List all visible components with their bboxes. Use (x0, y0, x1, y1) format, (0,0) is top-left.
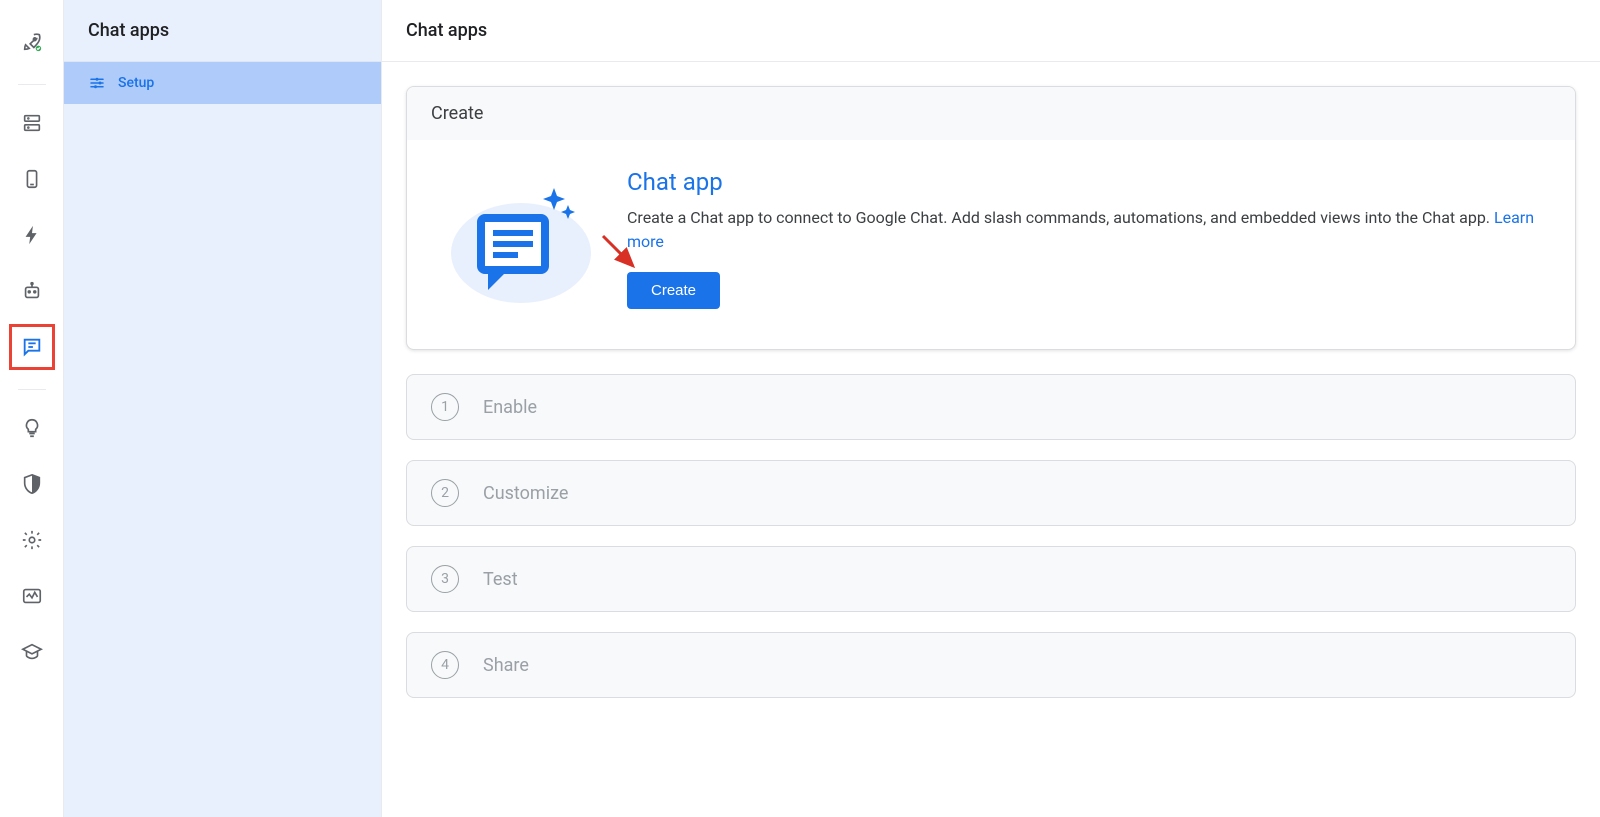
database-icon[interactable] (10, 101, 54, 145)
bolt-icon[interactable] (10, 213, 54, 257)
create-section-title: Create (407, 87, 1575, 140)
step-number: 2 (431, 479, 459, 507)
create-card: Create (406, 86, 1576, 350)
step-number: 1 (431, 393, 459, 421)
chat-illustration (431, 168, 611, 308)
step-test[interactable]: 3 Test (406, 546, 1576, 612)
graduation-icon[interactable] (10, 630, 54, 674)
step-share[interactable]: 4 Share (406, 632, 1576, 698)
secondary-sidebar: Chat apps Setup (64, 0, 382, 817)
create-description: Create a Chat app to connect to Google C… (627, 206, 1551, 254)
main-body: Create (382, 62, 1600, 742)
create-button[interactable]: Create (627, 272, 720, 309)
lightbulb-icon[interactable] (10, 406, 54, 450)
chat-icon[interactable] (10, 325, 54, 369)
sidebar-title: Chat apps (64, 0, 381, 62)
icon-rail (0, 0, 64, 817)
step-label: Test (483, 569, 518, 590)
step-label: Enable (483, 397, 537, 418)
rail-divider (18, 389, 46, 390)
sliders-icon (88, 74, 106, 92)
shield-icon[interactable] (10, 462, 54, 506)
page-title: Chat apps (382, 0, 1600, 62)
robot-icon[interactable] (10, 269, 54, 313)
rail-divider (18, 84, 46, 85)
rocket-icon[interactable] (10, 20, 54, 64)
activity-icon[interactable] (10, 574, 54, 618)
step-label: Share (483, 655, 529, 676)
step-enable[interactable]: 1 Enable (406, 374, 1576, 440)
sidebar-item-setup[interactable]: Setup (64, 62, 381, 104)
mobile-icon[interactable] (10, 157, 54, 201)
step-number: 3 (431, 565, 459, 593)
gear-icon[interactable] (10, 518, 54, 562)
sidebar-item-label: Setup (118, 75, 154, 91)
create-desc-text: Create a Chat app to connect to Google C… (627, 208, 1494, 227)
create-heading: Chat app (627, 168, 1551, 196)
main-content: Chat apps Create (382, 0, 1600, 817)
create-details: Chat app Create a Chat app to connect to… (611, 168, 1551, 309)
step-label: Customize (483, 483, 568, 504)
step-customize[interactable]: 2 Customize (406, 460, 1576, 526)
step-number: 4 (431, 651, 459, 679)
create-card-body: Chat app Create a Chat app to connect to… (407, 140, 1575, 349)
